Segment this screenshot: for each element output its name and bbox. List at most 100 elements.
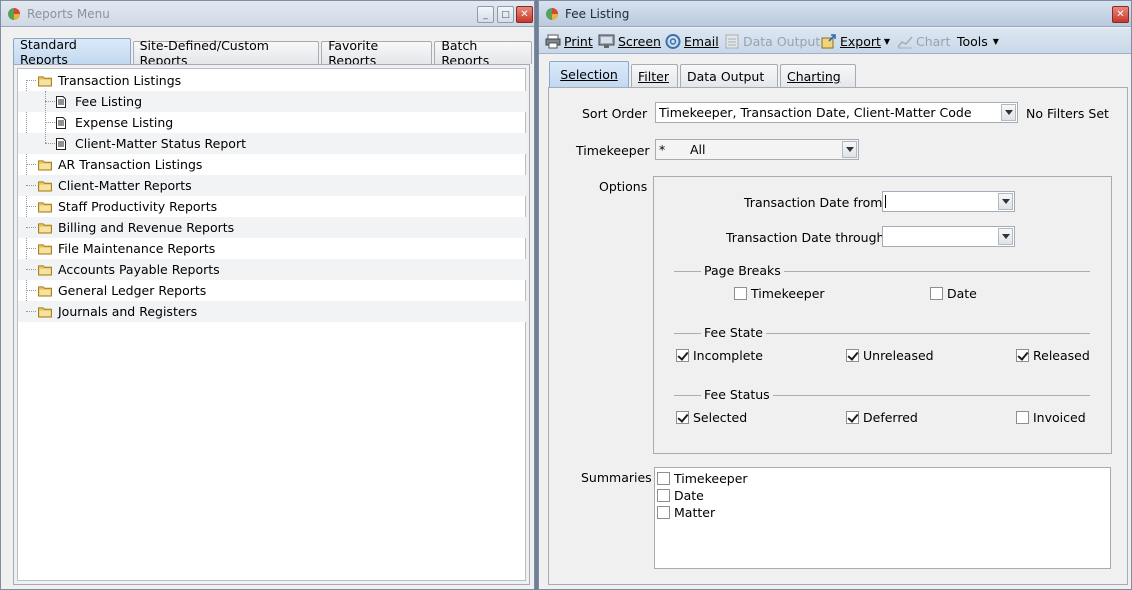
tree-connector-line <box>45 101 55 102</box>
tree-item-label: Client-Matter Reports <box>58 178 192 193</box>
tab-data-output[interactable]: Data Output <box>680 64 778 87</box>
fee-state-incomplete-checkbox[interactable]: Incomplete <box>676 348 763 363</box>
fee-listing-titlebar[interactable]: Fee Listing ✕ <box>539 1 1131 27</box>
tree-folder-item[interactable]: Client-Matter Reports <box>18 175 526 196</box>
sort-order-label: Sort Order <box>582 106 648 121</box>
checkbox-label: Released <box>1033 348 1090 363</box>
checkbox-box <box>1016 411 1029 424</box>
summary-date-checkbox[interactable]: Date <box>657 488 704 503</box>
email-label: Email <box>684 33 719 49</box>
tree-folder-item[interactable]: Staff Productivity Reports <box>18 196 526 217</box>
sort-order-select[interactable]: Timekeeper, Transaction Date, Client-Mat… <box>655 102 1018 123</box>
checkbox-label: Unreleased <box>863 348 934 363</box>
tree-connector-line <box>26 227 36 228</box>
summaries-label: Summaries <box>581 470 652 485</box>
tab-charting[interactable]: Charting <box>780 64 856 87</box>
selection-panel: Sort Order Timekeeper, Transaction Date,… <box>548 87 1128 585</box>
summary-matter-checkbox[interactable]: Matter <box>657 505 715 520</box>
folder-icon <box>38 201 52 213</box>
tree-connector-line <box>26 80 36 81</box>
text-cursor <box>885 195 886 208</box>
fee-state-unreleased-checkbox[interactable]: Unreleased <box>846 348 934 363</box>
tab-batch-reports[interactable]: Batch Reports <box>434 38 532 68</box>
tools-label: Tools <box>957 33 988 49</box>
chevron-down-icon: ▼ <box>992 36 999 46</box>
chart-button[interactable]: Chart <box>897 32 950 50</box>
maximize-icon: □ <box>501 9 510 20</box>
reports-menu-titlebar[interactable]: Reports Menu _ □ ✕ <box>1 1 534 27</box>
page-break-date-checkbox[interactable]: Date <box>930 286 977 301</box>
no-filters-label: No Filters Set <box>1026 106 1109 121</box>
folder-icon <box>38 264 52 276</box>
tab-filter[interactable]: Filter <box>631 64 678 87</box>
close-button[interactable]: ✕ <box>1112 6 1129 23</box>
tree-folder-item[interactable]: File Maintenance Reports <box>18 238 526 259</box>
checkbox-box <box>846 349 859 362</box>
minimize-icon: _ <box>483 9 488 20</box>
page-break-timekeeper-checkbox[interactable]: Timekeeper <box>734 286 825 301</box>
tree-folder-item[interactable]: Accounts Payable Reports <box>18 259 526 280</box>
email-button[interactable]: Email <box>665 32 719 50</box>
fee-status-selected-checkbox[interactable]: Selected <box>676 410 747 425</box>
tab-favorite-reports[interactable]: Favorite Reports <box>321 38 433 68</box>
tab-site-defined-reports[interactable]: Site-Defined/Custom Reports <box>132 38 320 68</box>
tree-report-item[interactable]: Fee Listing <box>18 91 526 112</box>
chevron-down-icon: ▼ <box>883 36 891 46</box>
fee-status-title: Fee Status <box>701 387 773 402</box>
tree-item-label: Transaction Listings <box>58 73 182 88</box>
checkbox-label: Incomplete <box>693 348 763 363</box>
tree-folder-item[interactable]: AR Transaction Listings <box>18 154 526 175</box>
reports-tabs: Standard Reports Site-Defined/Custom Rep… <box>13 37 534 68</box>
tree-item-label: Journals and Registers <box>58 304 198 319</box>
date-through-input[interactable] <box>882 226 1015 247</box>
timekeeper-label: Timekeeper <box>576 143 650 158</box>
data-output-button[interactable]: Data Output <box>724 32 820 50</box>
options-label: Options <box>599 179 648 194</box>
checkbox-label: Deferred <box>863 410 918 425</box>
fee-status-deferred-checkbox[interactable]: Deferred <box>846 410 918 425</box>
close-button[interactable]: ✕ <box>516 6 533 23</box>
maximize-button[interactable]: □ <box>497 6 514 23</box>
export-button[interactable]: Export ▼ <box>821 32 890 50</box>
timekeeper-value: All <box>690 142 706 157</box>
timekeeper-select[interactable]: * All <box>655 139 859 160</box>
tree-connector-line <box>45 143 55 144</box>
tree-folder-item[interactable]: Billing and Revenue Reports <box>18 217 526 238</box>
chevron-down-icon <box>842 141 857 158</box>
tree-connector-line <box>26 311 36 312</box>
tools-menu[interactable]: Tools ▼ <box>957 32 999 50</box>
data-output-icon <box>725 34 739 48</box>
date-from-input[interactable] <box>882 191 1015 212</box>
tree-folder-item[interactable]: Transaction Listings <box>18 70 526 91</box>
checkbox-label: Timekeeper <box>751 286 825 301</box>
minimize-button[interactable]: _ <box>477 6 494 23</box>
folder-icon <box>38 222 52 234</box>
tree-connector-line <box>45 91 46 143</box>
tab-standard-reports[interactable]: Standard Reports <box>13 37 131 67</box>
tree-folder-item[interactable]: Journals and Registers <box>18 301 526 322</box>
checkbox-box <box>657 489 670 502</box>
tree-connector-line <box>26 164 36 165</box>
checkbox-box <box>1016 349 1029 362</box>
printer-icon <box>545 34 561 48</box>
tree-folder-item[interactable]: General Ledger Reports <box>18 280 526 301</box>
checkbox-box <box>734 287 747 300</box>
tree-report-item[interactable]: Expense Listing <box>18 112 526 133</box>
email-icon <box>665 33 681 49</box>
fee-state-released-checkbox[interactable]: Released <box>1016 348 1090 363</box>
fee-status-invoiced-checkbox[interactable]: Invoiced <box>1016 410 1086 425</box>
tree-connector-line <box>45 122 55 123</box>
screen-button[interactable]: Screen <box>598 32 661 50</box>
print-button[interactable]: Print <box>545 32 593 50</box>
tree-connector-line <box>26 248 36 249</box>
window-title: Reports Menu <box>27 7 110 21</box>
tree-report-item[interactable]: Client-Matter Status Report <box>18 133 526 154</box>
tab-selection[interactable]: Selection <box>549 61 629 87</box>
checkbox-label: Matter <box>674 505 716 520</box>
document-icon <box>56 95 66 108</box>
summary-timekeeper-checkbox[interactable]: Timekeeper <box>657 471 748 486</box>
tree-item-label: Client-Matter Status Report <box>75 136 246 151</box>
summaries-list: Timekeeper Date Matter <box>654 467 1111 569</box>
tree-connector-line <box>26 206 36 207</box>
options-group: Transaction Date from Transaction Date t… <box>653 176 1112 454</box>
